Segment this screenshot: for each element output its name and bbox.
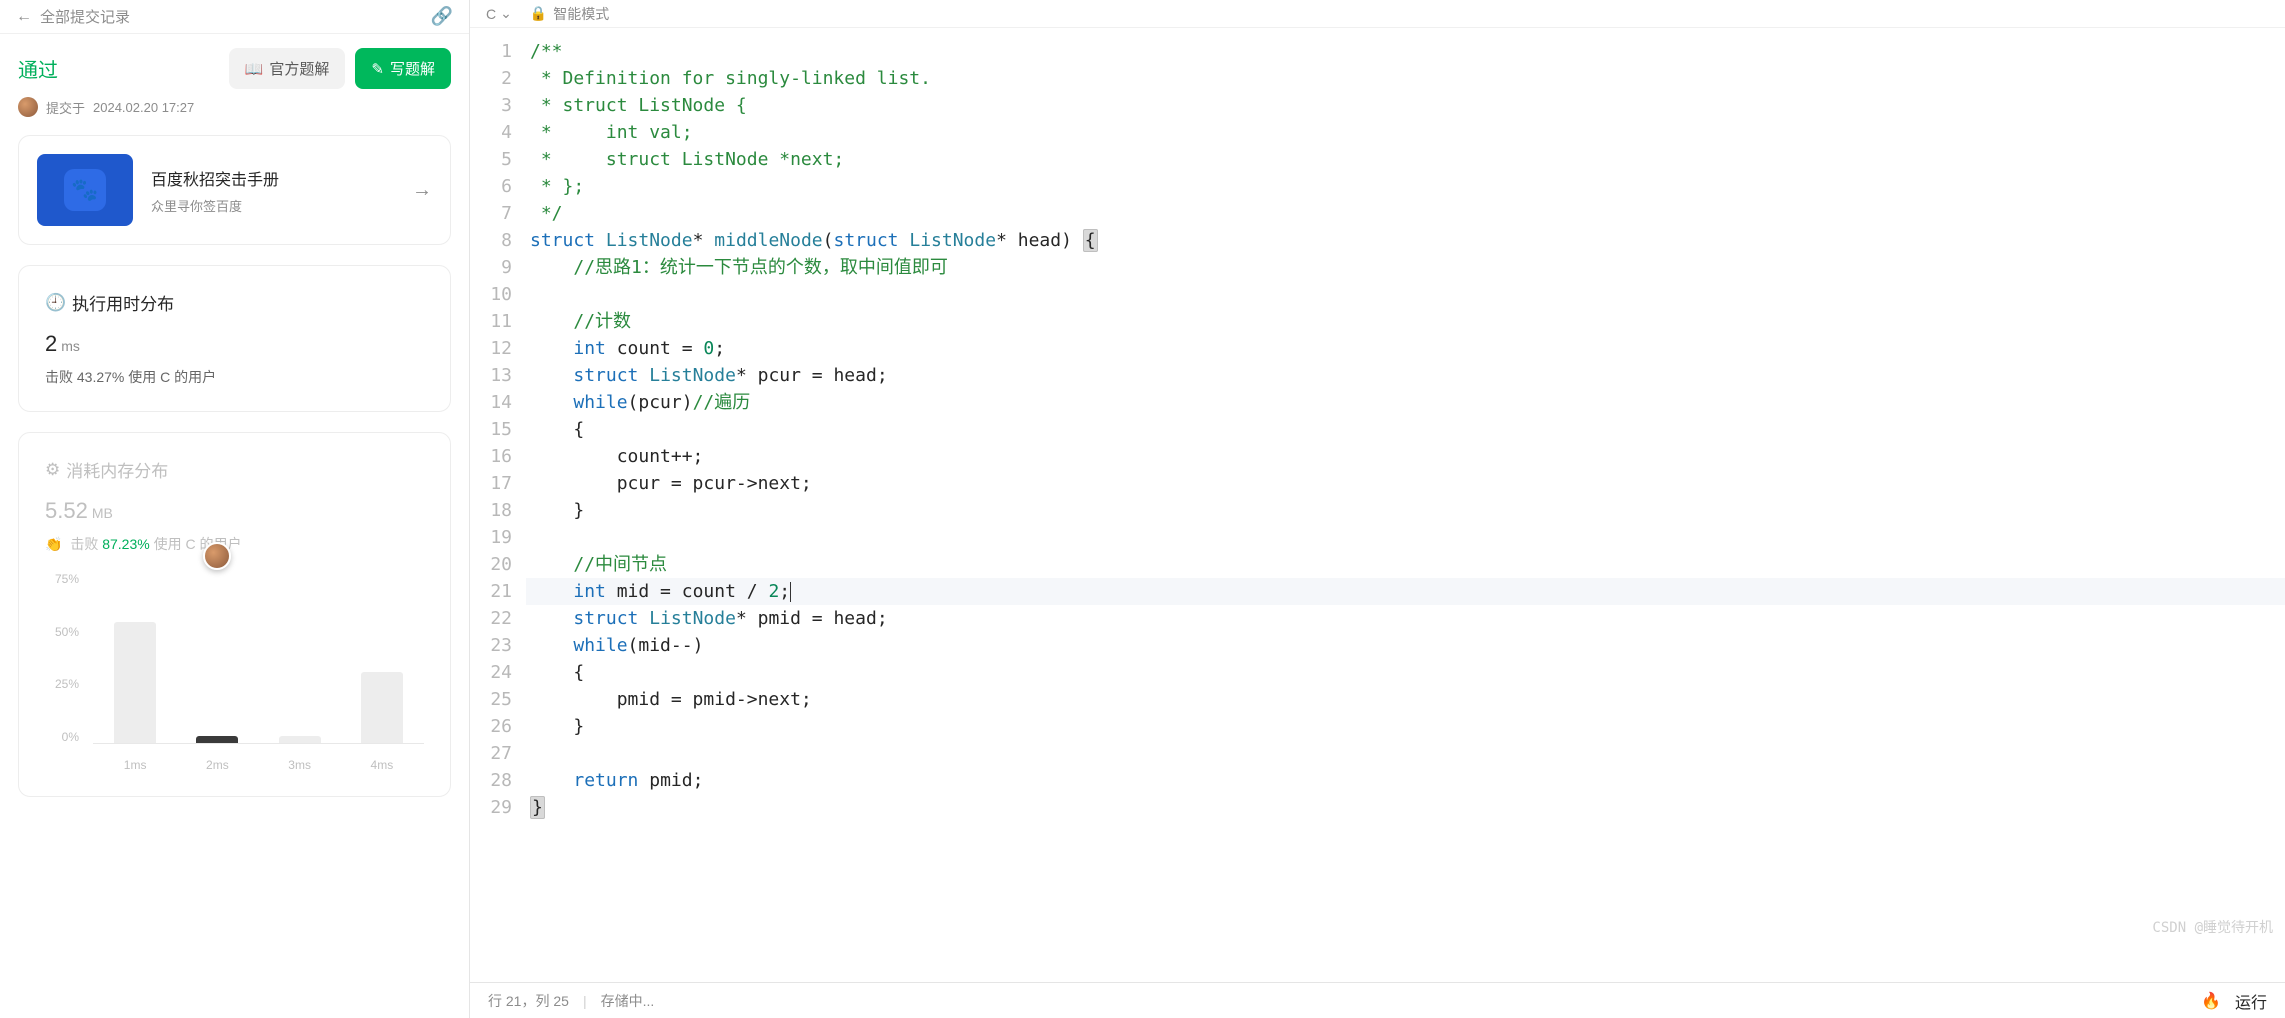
x-label: 4ms — [354, 758, 410, 772]
baidu-icon: 🐾 — [64, 169, 106, 211]
top-bar-title: 全部提交记录 — [40, 6, 431, 27]
gutter: 1234567891011121314151617181920212223242… — [470, 28, 526, 982]
book-icon: 📖 — [245, 60, 264, 78]
official-solution-button[interactable]: 📖 官方题解 — [229, 48, 346, 89]
promo-image: 🐾 — [37, 154, 133, 226]
x-label: 3ms — [272, 758, 328, 772]
bar-col[interactable] — [272, 572, 328, 743]
link-icon[interactable]: 🔗 — [431, 6, 453, 27]
lang-label: C — [486, 6, 496, 22]
code-line[interactable]: * struct ListNode { — [526, 92, 2285, 119]
code-line[interactable]: * struct ListNode *next; — [526, 146, 2285, 173]
bar — [361, 672, 403, 743]
promo-title: 百度秋招突击手册 — [151, 166, 279, 190]
submit-prefix: 提交于 — [46, 98, 85, 117]
code-line[interactable]: * }; — [526, 173, 2285, 200]
code-line[interactable]: //中间节点 — [526, 551, 2285, 578]
clock-icon: 🕘 — [45, 293, 66, 313]
memory-card: ⚙ 消耗内存分布 5.52 MB 👏 击败 87.23% 使用 C 的用户 75… — [18, 432, 451, 797]
editor-toolbar: C ⌄ 🔒 智能模式 — [470, 0, 2285, 28]
write-label: 写题解 — [390, 58, 435, 79]
submit-info: 提交于 2024.02.20 17:27 — [0, 89, 469, 135]
code-line[interactable]: int mid = count / 2; — [526, 578, 2285, 605]
save-status: 存储中... — [601, 991, 655, 1011]
code-line[interactable]: while(mid--) — [526, 632, 2285, 659]
runtime-beat: 击败 43.27% 使用 C 的用户 — [45, 367, 424, 387]
status-row: 通过 📖 官方题解 ✎ 写题解 — [0, 34, 469, 89]
code-line[interactable]: struct ListNode* middleNode(struct ListN… — [526, 227, 2285, 254]
lock-icon: 🔒 — [530, 5, 547, 22]
action-buttons: 📖 官方题解 ✎ 写题解 — [229, 48, 451, 89]
write-solution-button[interactable]: ✎ 写题解 — [355, 48, 451, 89]
runtime-value: 2 ms — [45, 331, 424, 357]
x-label: 1ms — [107, 758, 163, 772]
code-line[interactable]: return pmid; — [526, 767, 2285, 794]
code-line[interactable]: * int val; — [526, 119, 2285, 146]
code-line[interactable]: * Definition for singly-linked list. — [526, 65, 2285, 92]
code-line[interactable]: struct ListNode* pmid = head; — [526, 605, 2285, 632]
bar — [279, 736, 321, 743]
left-panel: ← 全部提交记录 🔗 通过 📖 官方题解 ✎ 写题解 提交于 2024.02.2… — [0, 0, 470, 1018]
code-line[interactable]: struct ListNode* pcur = head; — [526, 362, 2285, 389]
memory-beat: 👏 击败 87.23% 使用 C 的用户 — [45, 534, 424, 554]
code-line[interactable]: } — [526, 794, 2285, 821]
memory-value: 5.52 MB — [45, 498, 424, 524]
code-line[interactable]: { — [526, 416, 2285, 443]
bar — [196, 736, 238, 743]
y-axis: 75%50%25%0% — [45, 572, 85, 744]
flame-icon[interactable]: 🔥 — [2201, 991, 2221, 1011]
language-select[interactable]: C ⌄ — [486, 5, 512, 22]
chart-plot — [93, 572, 424, 744]
promo-text: 百度秋招突击手册 众里寻你签百度 — [151, 166, 279, 215]
official-label: 官方题解 — [269, 58, 329, 79]
memory-title: ⚙ 消耗内存分布 — [45, 457, 424, 482]
mode-label: 智能模式 — [553, 4, 609, 24]
gear-icon: ⚙ — [45, 460, 60, 480]
code-line[interactable]: } — [526, 713, 2285, 740]
runtime-card: 🕘 执行用时分布 2 ms 击败 43.27% 使用 C 的用户 — [18, 265, 451, 412]
code-line[interactable]: */ — [526, 200, 2285, 227]
x-label: 2ms — [189, 758, 245, 772]
bar — [114, 622, 156, 743]
code-line[interactable] — [526, 740, 2285, 767]
code-line[interactable] — [526, 281, 2285, 308]
avatar[interactable] — [18, 97, 38, 117]
code-line[interactable] — [526, 524, 2285, 551]
runtime-title: 🕘 执行用时分布 — [45, 290, 424, 315]
code-line[interactable]: pmid = pmid->next; — [526, 686, 2285, 713]
code-line[interactable]: count++; — [526, 443, 2285, 470]
pencil-icon: ✎ — [371, 60, 384, 78]
back-arrow-icon[interactable]: ← — [16, 8, 32, 26]
code-line[interactable]: //思路1：统计一下节点的个数，取中间值即可 — [526, 254, 2285, 281]
clap-icon: 👏 — [45, 536, 62, 553]
bar-col[interactable] — [107, 572, 163, 743]
code-line[interactable]: /** — [526, 38, 2285, 65]
code-line[interactable]: } — [526, 497, 2285, 524]
code-line[interactable]: { — [526, 659, 2285, 686]
left-scroll[interactable]: ← 全部提交记录 🔗 通过 📖 官方题解 ✎ 写题解 提交于 2024.02.2… — [0, 0, 469, 1018]
code-line[interactable]: while(pcur)//遍历 — [526, 389, 2285, 416]
promo-sub: 众里寻你签百度 — [151, 196, 279, 215]
bar-col[interactable] — [354, 572, 410, 743]
right-panel: C ⌄ 🔒 智能模式 12345678910111213141516171819… — [470, 0, 2285, 1018]
top-bar: ← 全部提交记录 🔗 — [0, 0, 469, 34]
status-text: 通过 — [18, 54, 58, 83]
chevron-down-icon: ⌄ — [500, 5, 512, 22]
runtime-chart: 75%50%25%0% 1ms 2ms 3ms 4ms — [45, 572, 424, 772]
arrow-right-icon: → — [412, 179, 432, 202]
marker-avatar — [203, 542, 231, 570]
code-line[interactable]: //计数 — [526, 308, 2285, 335]
code-line[interactable]: int count = 0; — [526, 335, 2285, 362]
bar-col[interactable] — [189, 572, 245, 743]
status-bar: 行 21，列 25 | 存储中... 🔥 运行 — [470, 982, 2285, 1018]
run-button[interactable]: 运行 — [2235, 989, 2267, 1013]
code-line[interactable]: pcur = pcur->next; — [526, 470, 2285, 497]
x-axis: 1ms 2ms 3ms 4ms — [93, 758, 424, 772]
promo-card[interactable]: 🐾 百度秋招突击手册 众里寻你签百度 → — [18, 135, 451, 245]
cursor-pos: 行 21，列 25 — [488, 991, 569, 1011]
mode-indicator[interactable]: 🔒 智能模式 — [530, 4, 609, 24]
submit-time: 2024.02.20 17:27 — [93, 100, 194, 115]
code-area[interactable]: /** * Definition for singly-linked list.… — [526, 28, 2285, 982]
code-editor[interactable]: 1234567891011121314151617181920212223242… — [470, 28, 2285, 982]
